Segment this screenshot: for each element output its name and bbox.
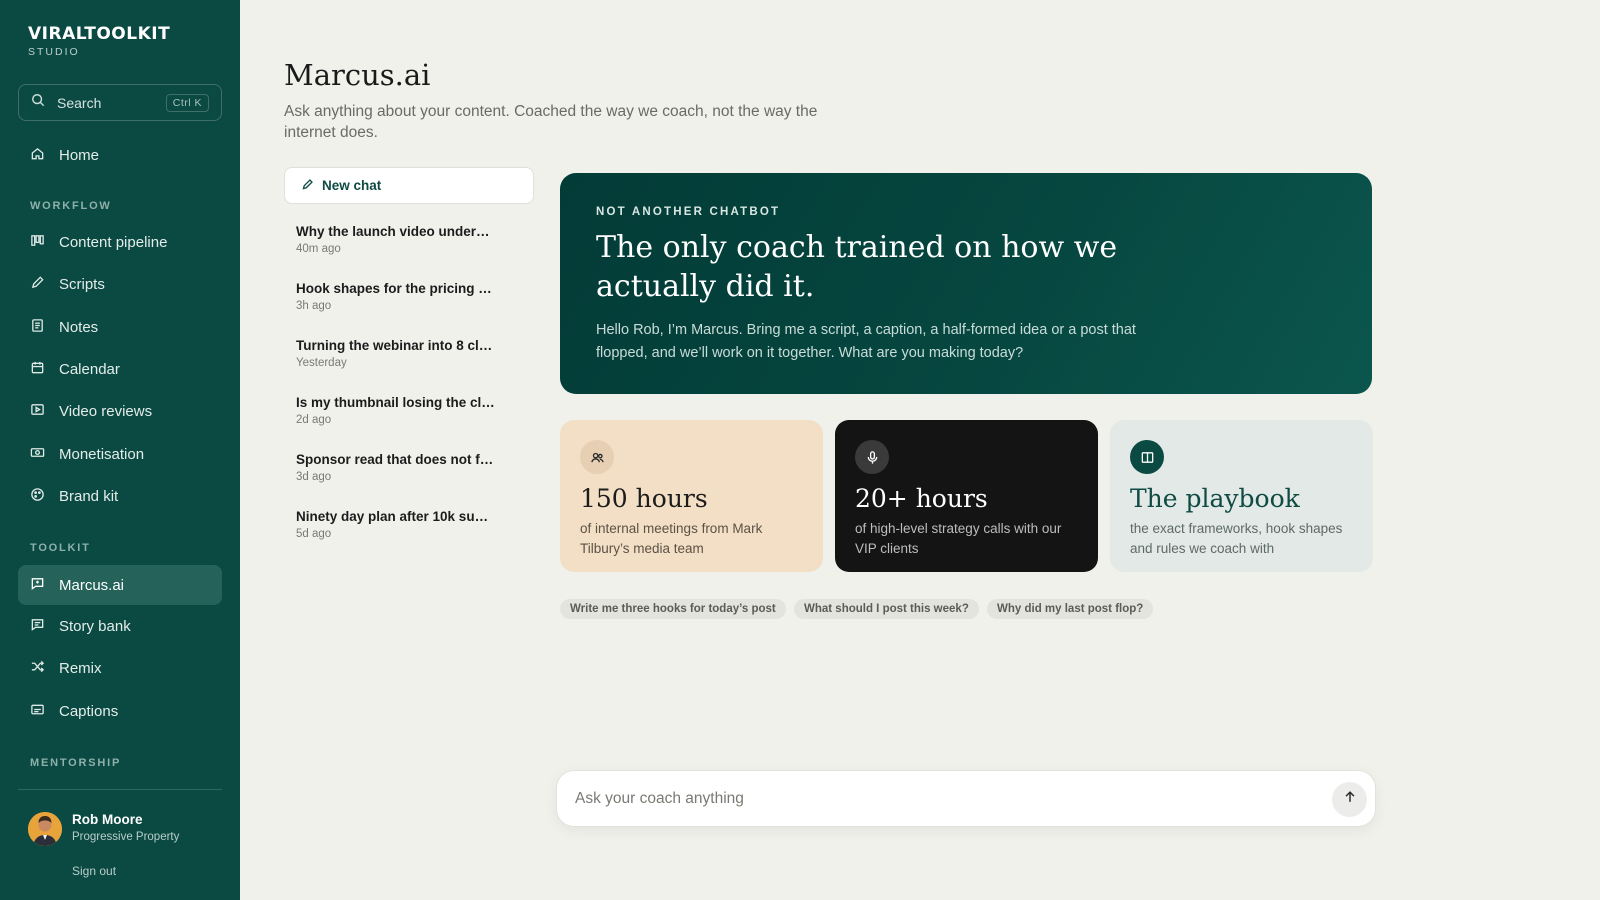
sidebar-item-brand-kit[interactable]: Brand kit	[18, 476, 222, 516]
message-icon	[30, 617, 45, 636]
calendar-icon	[30, 360, 45, 379]
user-org: Progressive Property	[72, 831, 180, 843]
search-label: Search	[57, 94, 102, 111]
note-icon	[30, 318, 45, 337]
stat-desc: of high-level strategy calls with our VI…	[855, 521, 1062, 556]
stat-value: 20+ hours	[855, 484, 988, 513]
sidebar-item-monetisation[interactable]: Monetisation	[18, 434, 222, 474]
sidebar-item-story-bank[interactable]: Story bank	[18, 606, 222, 646]
stat-card-strategy-calls: 20+ hours of high-level strategy calls w…	[835, 420, 1098, 572]
chat-title: Turning the webinar into 8 clips	[296, 338, 496, 353]
chat-time: 2d ago	[296, 414, 332, 426]
sidebar-item-label: Remix	[59, 659, 102, 677]
sidebar-item-home[interactable]: Home	[18, 135, 222, 175]
chat-history-item[interactable]: Hook shapes for the pricing reel 3h ago	[296, 281, 496, 312]
chat-time: 5d ago	[296, 528, 332, 540]
pencil-icon	[301, 178, 322, 194]
search-icon	[31, 93, 45, 112]
hero-title: The only coach trained on how we actuall…	[596, 230, 1118, 304]
shuffle-icon	[30, 659, 45, 678]
arrow-up-icon	[1343, 790, 1357, 809]
stat-desc: the exact frameworks, hook shapes and ru…	[1130, 521, 1343, 556]
chat-title: Hook shapes for the pricing reel	[296, 281, 496, 296]
sidebar-item-content-pipeline[interactable]: Content pipeline	[18, 222, 222, 262]
hero-body: Hello Rob, I’m Marcus. Bring me a script…	[596, 322, 1136, 361]
sidebar-item-label: Brand kit	[59, 487, 119, 505]
kanban-icon	[30, 233, 45, 252]
suggestion-chip[interactable]: Write me three hooks for today’s post	[560, 599, 786, 619]
chat-history-item[interactable]: Is my thumbnail losing the click 2d ago	[296, 395, 496, 426]
sidebar: VIRALTOOLKIT STUDIO Search Ctrl K Home W…	[0, 0, 240, 900]
search-button[interactable]: Search Ctrl K	[18, 84, 222, 121]
stat-value: 150 hours	[580, 484, 708, 513]
brand-sub: STUDIO	[28, 46, 80, 58]
chat-history-item[interactable]: Ninety day plan after 10k subscribers 5d…	[296, 509, 496, 540]
microphone-icon	[855, 440, 889, 474]
sidebar-item-label: Notes	[59, 318, 99, 336]
sidebar-item-remix[interactable]: Remix	[18, 648, 222, 688]
sidebar-item-marcus-ai[interactable]: Marcus.ai	[18, 565, 222, 605]
sidebar-item-video-reviews[interactable]: Video reviews	[18, 391, 222, 431]
section-label-workflow: WORKFLOW	[30, 200, 112, 212]
chat-title: Is my thumbnail losing the click	[296, 395, 496, 410]
chat-time: 40m ago	[296, 243, 341, 255]
section-label-toolkit: TOOLKIT	[30, 542, 91, 554]
sidebar-item-label: Monetisation	[59, 445, 145, 463]
chat-sparkle-icon	[30, 576, 45, 595]
play-icon	[30, 402, 45, 421]
sidebar-item-label: Content pipeline	[59, 233, 168, 251]
chat-time: 3h ago	[296, 300, 332, 312]
new-chat-label: New chat	[322, 178, 382, 193]
page-title: Marcus.ai	[284, 58, 431, 92]
sidebar-item-label: Marcus.ai	[59, 576, 125, 594]
sidebar-item-label: Video reviews	[59, 402, 153, 420]
ask-input[interactable]	[575, 786, 1275, 812]
sign-out-link[interactable]: Sign out	[72, 864, 116, 878]
section-label-mentorship: MENTORSHIP	[30, 757, 122, 769]
cash-icon	[30, 445, 45, 464]
sidebar-item-label: Home	[59, 146, 100, 164]
palette-icon	[30, 487, 45, 506]
search-shortcut: Ctrl K	[165, 93, 209, 112]
sidebar-divider	[18, 789, 222, 790]
chat-time: Yesterday	[296, 357, 347, 369]
chat-history-item[interactable]: Why the launch video underperformed 40m …	[296, 224, 496, 255]
sidebar-item-label: Story bank	[59, 617, 131, 635]
book-icon	[1130, 440, 1164, 474]
sidebar-item-label: Captions	[59, 702, 119, 720]
brand-name: VIRALTOOLKIT	[28, 24, 171, 44]
chat-history-item[interactable]: Turning the webinar into 8 clips Yesterd…	[296, 338, 496, 369]
home-icon	[30, 146, 45, 165]
suggestion-chip[interactable]: What should I post this week?	[794, 599, 979, 619]
chat-title: Ninety day plan after 10k subscribers	[296, 509, 496, 524]
users-icon	[580, 440, 614, 474]
chat-history-item[interactable]: Sponsor read that does not feel like an …	[296, 452, 496, 483]
stat-card-meetings: 150 hours of internal meetings from Mark…	[560, 420, 823, 572]
user-name: Rob Moore	[72, 812, 143, 827]
stat-value: The playbook	[1130, 484, 1300, 513]
page-subtitle: Ask anything about your content. Coached…	[284, 103, 818, 141]
chat-title: Why the launch video underperformed	[296, 224, 496, 239]
brand-logo[interactable]: VIRALTOOLKIT STUDIO	[28, 24, 171, 59]
avatar[interactable]	[28, 812, 62, 846]
chat-composer	[556, 770, 1376, 827]
sidebar-item-notes[interactable]: Notes	[18, 307, 222, 347]
stat-card-playbook: The playbook the exact frameworks, hook …	[1110, 420, 1373, 572]
new-chat-button[interactable]: New chat	[284, 167, 534, 204]
sidebar-item-calendar[interactable]: Calendar	[18, 349, 222, 389]
send-button[interactable]	[1332, 782, 1367, 817]
captions-icon	[30, 702, 45, 721]
sidebar-item-captions[interactable]: Captions	[18, 691, 222, 731]
sidebar-item-label: Calendar	[59, 360, 120, 378]
chat-time: 3d ago	[296, 471, 332, 483]
suggestion-chip[interactable]: Why did my last post flop?	[987, 599, 1154, 619]
chat-title: Sponsor read that does not feel like an …	[296, 452, 496, 467]
hero-eyebrow: NOT ANOTHER CHATBOT	[596, 206, 781, 218]
stat-desc: of internal meetings from Mark Tilbury’s…	[580, 521, 763, 556]
sidebar-item-scripts[interactable]: Scripts	[18, 264, 222, 304]
pencil-icon	[30, 275, 45, 294]
hero-card: NOT ANOTHER CHATBOT The only coach train…	[560, 173, 1372, 394]
sidebar-item-label: Scripts	[59, 275, 105, 293]
